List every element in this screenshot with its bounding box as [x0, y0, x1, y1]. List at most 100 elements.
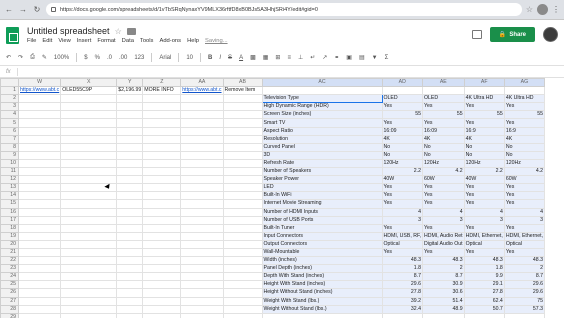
- cell[interactable]: Smart TV: [261, 118, 383, 128]
- cell[interactable]: [116, 304, 144, 314]
- cell[interactable]: [180, 272, 224, 282]
- cell[interactable]: [180, 304, 224, 314]
- cell[interactable]: [180, 94, 224, 104]
- horizontal-align-icon[interactable]: ≡: [287, 55, 291, 61]
- cell[interactable]: [17, 150, 62, 160]
- row-header[interactable]: 25: [0, 280, 19, 290]
- cell[interactable]: [116, 158, 144, 169]
- cell[interactable]: 60W: [503, 175, 546, 185]
- menu-item-edit[interactable]: Edit: [42, 38, 52, 44]
- row-header[interactable]: 9: [0, 150, 19, 160]
- cell[interactable]: Wall-Mountable: [261, 247, 383, 258]
- cell[interactable]: [116, 247, 144, 258]
- cell[interactable]: Optical: [381, 239, 423, 249]
- cell[interactable]: [17, 167, 62, 177]
- cell[interactable]: Yes: [463, 102, 505, 112]
- cell[interactable]: HDMI, USB, RF,: [381, 231, 423, 241]
- cell[interactable]: Number of USB Ports: [261, 215, 383, 225]
- column-header[interactable]: AC: [261, 78, 383, 88]
- row-header[interactable]: 2: [0, 94, 19, 104]
- cell[interactable]: [60, 94, 118, 104]
- cell[interactable]: No: [503, 142, 546, 152]
- cell[interactable]: 120Hz: [463, 158, 505, 169]
- row-header[interactable]: 11: [0, 167, 19, 177]
- cell[interactable]: [180, 191, 224, 201]
- column-header[interactable]: X: [60, 78, 118, 88]
- cell[interactable]: Yes: [381, 191, 423, 201]
- cell[interactable]: [222, 94, 263, 104]
- column-header[interactable]: Y: [116, 78, 144, 88]
- cell[interactable]: [222, 223, 263, 233]
- cell[interactable]: Yes: [463, 118, 505, 128]
- cell[interactable]: 2.2: [463, 167, 505, 177]
- cell[interactable]: 30.9: [421, 280, 465, 290]
- row-header[interactable]: 18: [0, 223, 19, 233]
- italic-button[interactable]: I: [219, 55, 221, 61]
- cell[interactable]: 16:9: [503, 126, 546, 136]
- cell[interactable]: Yes: [421, 247, 465, 258]
- cell[interactable]: 29.6: [503, 280, 546, 290]
- cell[interactable]: [17, 199, 62, 209]
- cell[interactable]: [60, 239, 118, 249]
- currency-button[interactable]: $: [84, 55, 87, 61]
- cell[interactable]: Height With Stand (inches): [261, 280, 383, 290]
- cell[interactable]: [142, 239, 182, 249]
- cell[interactable]: [222, 175, 263, 185]
- menu-item-tools[interactable]: Tools: [140, 38, 154, 44]
- cell[interactable]: [180, 256, 224, 266]
- increase-decimal-button[interactable]: .00: [119, 55, 127, 61]
- cell[interactable]: 4: [421, 207, 465, 217]
- cell[interactable]: 48.9: [421, 304, 465, 314]
- cell[interactable]: 55: [421, 110, 465, 120]
- cell[interactable]: [60, 304, 118, 314]
- cell[interactable]: 3: [421, 215, 465, 225]
- cell[interactable]: [180, 199, 224, 209]
- cell[interactable]: Yes: [381, 199, 423, 209]
- cell[interactable]: Number of Speakers: [261, 167, 383, 177]
- insert-link-icon[interactable]: ⚭: [334, 54, 339, 61]
- strikethrough-button[interactable]: S: [228, 55, 232, 61]
- cell[interactable]: [180, 134, 224, 144]
- cell[interactable]: [116, 296, 144, 306]
- cell[interactable]: [116, 312, 144, 318]
- cell[interactable]: [17, 207, 62, 217]
- cell[interactable]: Curved Panel: [261, 142, 383, 152]
- column-header[interactable]: W: [17, 78, 62, 88]
- cell[interactable]: Yes: [503, 247, 546, 258]
- cell[interactable]: [180, 239, 224, 249]
- cell[interactable]: [116, 134, 144, 144]
- cell[interactable]: Yes: [421, 118, 465, 128]
- cell[interactable]: [180, 312, 224, 318]
- cell[interactable]: [222, 102, 263, 112]
- cell[interactable]: [142, 102, 182, 112]
- cell[interactable]: [60, 207, 118, 217]
- menu-item-insert[interactable]: Insert: [77, 38, 92, 44]
- cell[interactable]: [17, 183, 62, 193]
- cell[interactable]: [17, 288, 62, 298]
- cell[interactable]: [222, 215, 263, 225]
- cell[interactable]: 75: [503, 296, 546, 306]
- menu-item-help[interactable]: Help: [187, 38, 199, 44]
- cell[interactable]: [60, 215, 118, 225]
- cell[interactable]: [180, 280, 224, 290]
- cell[interactable]: 39.2: [381, 296, 423, 306]
- cell[interactable]: [116, 126, 144, 136]
- cell[interactable]: [142, 207, 182, 217]
- cell[interactable]: 4K: [421, 134, 465, 144]
- cell[interactable]: [381, 312, 423, 318]
- cell[interactable]: [116, 280, 144, 290]
- bold-button[interactable]: B: [208, 55, 212, 61]
- cell[interactable]: Aspect Ratio: [261, 126, 383, 136]
- row-header[interactable]: 3: [0, 102, 19, 112]
- cell[interactable]: 4: [463, 207, 505, 217]
- cell[interactable]: [17, 272, 62, 282]
- cell[interactable]: [116, 199, 144, 209]
- cell[interactable]: Yes: [503, 183, 546, 193]
- cell[interactable]: 48.3: [381, 256, 423, 266]
- cell[interactable]: [60, 126, 118, 136]
- cell[interactable]: [222, 199, 263, 209]
- cell[interactable]: Yes: [503, 223, 546, 233]
- print-icon[interactable]: ⎙: [30, 54, 35, 61]
- cell[interactable]: [60, 158, 118, 169]
- back-icon[interactable]: ←: [4, 5, 14, 15]
